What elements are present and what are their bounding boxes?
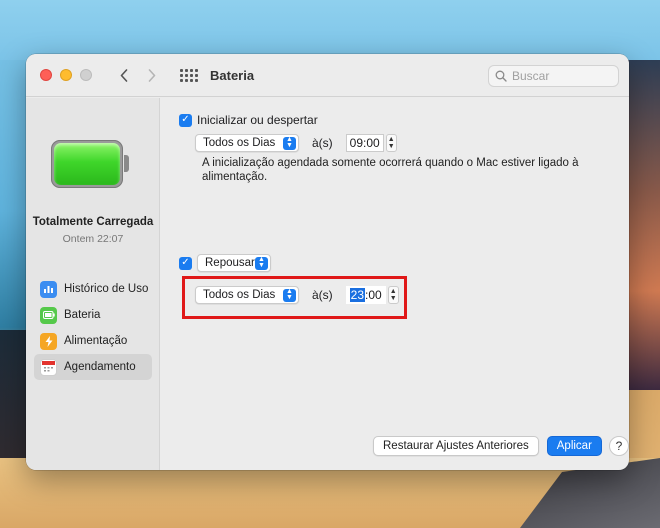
search-field[interactable] [488, 65, 619, 87]
startup-time-value: 09:00 [349, 136, 380, 150]
startup-time-row: Todos os Dias ▲ ▼ à(s) 09:00 ▲ ▼ [195, 134, 397, 152]
sleep-time-field[interactable]: 23:00 [345, 286, 386, 304]
sidebar-item-power-adapter[interactable]: Alimentação [34, 328, 152, 354]
sidebar: Totalmente Carregada Ontem 22:07 Históri… [26, 98, 160, 470]
chevron-updown-icon: ▲ ▼ [283, 288, 296, 302]
chevron-left-icon [120, 68, 128, 82]
chevron-updown-icon: ▲ ▼ [255, 256, 268, 270]
sidebar-item-usage-history[interactable]: Histórico de Uso [34, 276, 152, 302]
sleep-time-hour-selected[interactable]: 23 [349, 288, 366, 302]
startup-frequency-value: Todos os Dias [203, 137, 276, 149]
sidebar-item-label: Alimentação [64, 335, 128, 347]
startup-note: A inicialização agendada somente ocorrer… [202, 157, 579, 183]
sidebar-item-label: Histórico de Uso [64, 283, 149, 295]
startup-checkbox[interactable]: ✓ [179, 113, 192, 127]
startup-frequency-popup[interactable]: Todos os Dias ▲ ▼ [195, 134, 299, 152]
help-button[interactable]: ? [608, 436, 629, 456]
sleep-frequency-popup[interactable]: Todos os Dias ▲ ▼ [195, 286, 299, 304]
sidebar-item-schedule[interactable]: Agendamento [34, 354, 152, 380]
calendar-icon [40, 358, 57, 376]
back-button[interactable] [114, 65, 134, 85]
window-title: Bateria [210, 67, 255, 83]
chevron-right-icon [148, 68, 156, 82]
sidebar-item-battery[interactable]: Bateria [34, 302, 152, 328]
startup-time-stepper[interactable]: ▲ ▼ [385, 134, 397, 152]
sleep-frequency-value: Todos os Dias [203, 289, 276, 301]
forward-button[interactable] [142, 65, 162, 85]
sidebar-item-label: Agendamento [64, 361, 136, 373]
battery-large-icon [51, 140, 129, 188]
sleep-at-label: à(s) [312, 288, 333, 302]
sleep-time-row: Todos os Dias ▲ ▼ à(s) 23:00 ▲ ▼ [195, 286, 399, 304]
sleep-row: ✓ Repousar ▲ ▼ [179, 254, 271, 272]
power-bolt-icon [40, 332, 57, 350]
chevron-updown-icon: ▲ ▼ [283, 136, 296, 150]
show-all-grid-icon[interactable] [180, 68, 198, 82]
sleep-action-value: Repousar [205, 257, 255, 269]
battery-status-time: Ontem 22:07 [62, 233, 124, 245]
sleep-action-popup[interactable]: Repousar ▲ ▼ [197, 254, 271, 272]
title-bar: Bateria [26, 54, 629, 97]
wallpaper-sky [0, 0, 660, 60]
restore-defaults-button[interactable]: Restaurar Ajustes Anteriores [373, 436, 539, 456]
startup-time-field[interactable]: 09:00 [345, 134, 384, 152]
footer-buttons: Restaurar Ajustes Anteriores Aplicar ? [373, 436, 629, 456]
zoom-button[interactable] [80, 69, 92, 81]
sleep-time-minutes: :00 [365, 288, 382, 302]
traffic-lights [40, 69, 92, 81]
battery-status-title: Totalmente Carregada [32, 216, 154, 228]
battery-icon [40, 306, 57, 324]
close-button[interactable] [40, 69, 52, 81]
search-icon [495, 70, 507, 82]
sidebar-nav: Histórico de Uso Bateria Alimentação Age… [34, 276, 152, 380]
startup-row: ✓ Inicializar ou despertar [179, 113, 318, 127]
sleep-checkbox[interactable]: ✓ [179, 256, 192, 270]
schedule-pane: ✓ Inicializar ou despertar Todos os Dias… [161, 98, 629, 470]
sidebar-item-label: Bateria [64, 309, 101, 321]
sleep-time-stepper[interactable]: ▲ ▼ [387, 286, 399, 304]
startup-at-label: à(s) [312, 136, 333, 150]
search-input[interactable] [512, 69, 612, 83]
bar-chart-icon [40, 280, 57, 298]
startup-checkbox-label: Inicializar ou despertar [197, 113, 318, 127]
system-preferences-window: Bateria Totalmente Carregada Ontem 22:07… [26, 54, 629, 470]
minimize-button[interactable] [60, 69, 72, 81]
apply-button[interactable]: Aplicar [546, 436, 602, 456]
